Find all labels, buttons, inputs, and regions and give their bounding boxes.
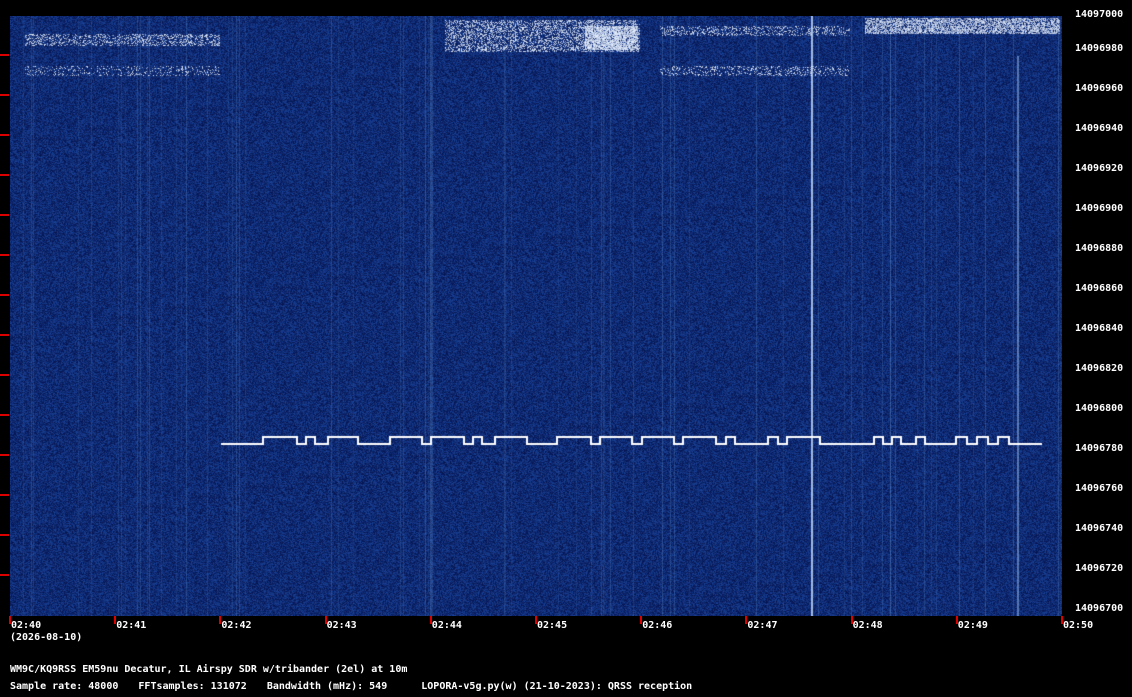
frequency-label: 14096780 bbox=[1075, 443, 1124, 454]
frequency-label: 14096840 bbox=[1075, 323, 1124, 334]
parameters-line: Sample rate: 48000 FFTsamples: 131072 Ba… bbox=[10, 681, 706, 692]
time-label: 02:49 bbox=[957, 620, 988, 631]
frequency-tick bbox=[0, 374, 9, 376]
frequency-tick bbox=[0, 174, 9, 176]
frequency-tick bbox=[0, 54, 9, 56]
frequency-label: 14097000 bbox=[1075, 9, 1124, 20]
frequency-tick bbox=[0, 494, 9, 496]
frequency-tick bbox=[0, 94, 9, 96]
frequency-tick bbox=[0, 214, 9, 216]
frequency-label: 14096920 bbox=[1075, 163, 1124, 174]
time-label: 02:43 bbox=[326, 620, 357, 631]
time-label: 02:46 bbox=[642, 620, 673, 631]
time-label: 02:40 bbox=[11, 620, 42, 631]
frequency-label: 14096900 bbox=[1075, 203, 1124, 214]
bandwidth: Bandwidth (mHz): 549 bbox=[266, 681, 388, 692]
time-label: 02:50 bbox=[1063, 620, 1094, 631]
software-version: LOPORA-v5g.py(w) (21-10-2023): QRSS rece… bbox=[421, 681, 693, 692]
fft-samples: FFTsamples: 131072 bbox=[138, 681, 247, 692]
waterfall-spectrogram bbox=[10, 16, 1062, 616]
frequency-tick bbox=[0, 414, 9, 416]
time-label: 02:47 bbox=[747, 620, 778, 631]
frequency-tick bbox=[0, 454, 9, 456]
time-label: 02:48 bbox=[852, 620, 883, 631]
sample-rate: Sample rate: 48000 bbox=[10, 681, 119, 692]
time-label: 02:44 bbox=[431, 620, 462, 631]
frequency-label: 14096800 bbox=[1075, 403, 1124, 414]
time-label: 02:41 bbox=[116, 620, 147, 631]
frequency-label: 14096980 bbox=[1075, 43, 1124, 54]
frequency-tick bbox=[0, 574, 9, 576]
frequency-tick bbox=[0, 534, 9, 536]
frequency-label: 14096700 bbox=[1075, 603, 1124, 614]
frequency-label: 14096860 bbox=[1075, 283, 1124, 294]
frequency-label: 14096720 bbox=[1075, 563, 1124, 574]
time-label: 02:45 bbox=[537, 620, 568, 631]
frequency-label: 14096740 bbox=[1075, 523, 1124, 534]
frequency-label: 14096940 bbox=[1075, 123, 1124, 134]
frequency-tick bbox=[0, 254, 9, 256]
frequency-label: 14096880 bbox=[1075, 243, 1124, 254]
time-label: 02:42 bbox=[221, 620, 252, 631]
frequency-tick bbox=[0, 294, 9, 296]
frequency-tick bbox=[0, 334, 9, 336]
station-info: WM9C/KQ9RSS EM59nu Decatur, IL Airspy SD… bbox=[10, 664, 408, 675]
date-label: (2026-08-10) bbox=[10, 632, 83, 643]
frequency-tick bbox=[0, 134, 9, 136]
frequency-label: 14096960 bbox=[1075, 83, 1124, 94]
frequency-label: 14096820 bbox=[1075, 363, 1124, 374]
frequency-label: 14096760 bbox=[1075, 483, 1124, 494]
